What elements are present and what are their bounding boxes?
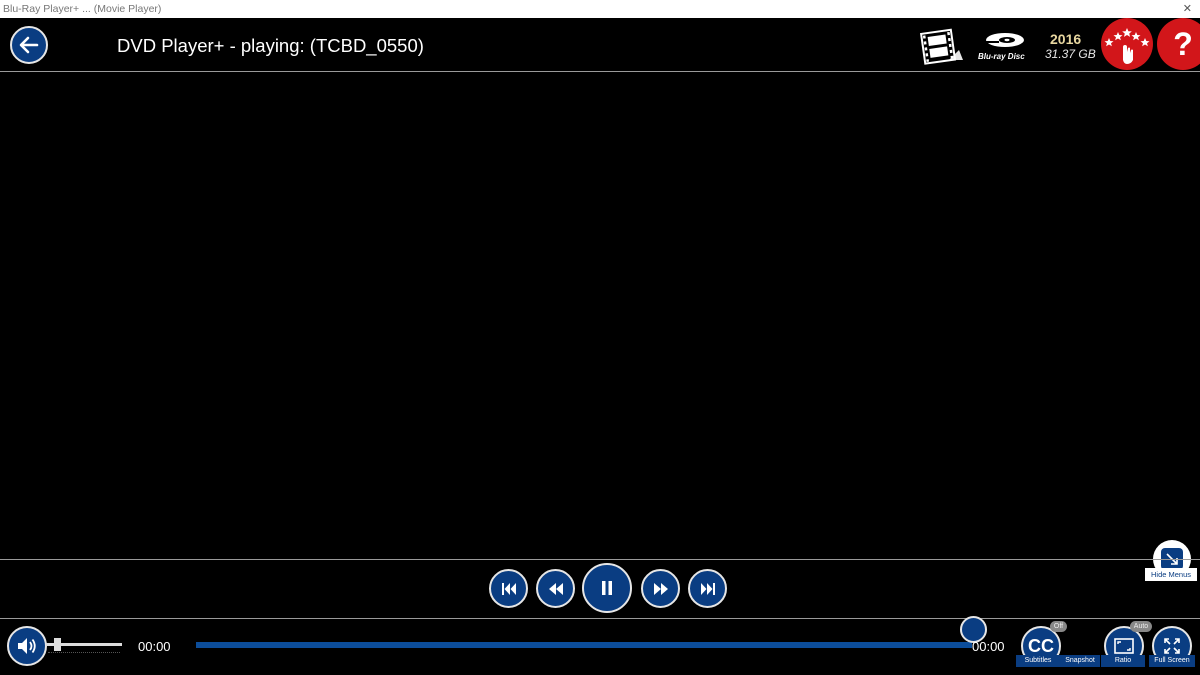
fullscreen-label: Full Screen: [1149, 655, 1195, 667]
rewind-icon: [548, 582, 563, 595]
pause-icon: [602, 581, 612, 595]
ratio-label: Ratio: [1101, 655, 1145, 667]
stars-hand-icon: [1104, 28, 1150, 64]
back-button[interactable]: [10, 26, 48, 64]
skip-next-button[interactable]: [688, 569, 727, 608]
total-time: 00:00: [972, 639, 1005, 654]
page-title: DVD Player+ - playing: (TCBD_0550): [117, 35, 424, 56]
playback-controls: [0, 559, 1200, 619]
window-titlebar: Blu-Ray Player+ ... (Movie Player) ✕: [0, 0, 1200, 18]
expand-icon: [1164, 638, 1180, 654]
speaker-icon: [18, 638, 36, 654]
rate-app-button[interactable]: [1101, 18, 1153, 70]
subtitles-off-badge: Off: [1050, 621, 1067, 632]
bottom-bar: 00:00 00:00 CC Off Subtitles Snapshot Au…: [0, 616, 1200, 675]
skip-next-icon: [700, 582, 715, 595]
header-bar: DVD Player+ - playing: (TCBD_0550) Blu-r…: [0, 18, 1200, 72]
seek-bar[interactable]: [196, 642, 972, 648]
skip-previous-button[interactable]: [489, 569, 528, 608]
volume-thumb[interactable]: [53, 638, 61, 651]
rewind-button[interactable]: [536, 569, 575, 608]
bluray-size: 31.37 GB: [1045, 47, 1096, 61]
volume-button[interactable]: [7, 626, 47, 666]
cc-icon: CC: [1028, 635, 1054, 656]
aspect-ratio-icon: [1114, 638, 1134, 654]
fast-forward-icon: [653, 582, 668, 595]
bluray-disc-logo: Blu-ray Disc: [977, 30, 1037, 62]
current-time: 00:00: [138, 639, 171, 654]
subtitles-label: Subtitles: [1016, 655, 1060, 667]
snapshot-button[interactable]: Snapshot: [1060, 655, 1100, 667]
svg-text:Blu-ray Disc: Blu-ray Disc: [978, 52, 1025, 61]
skip-previous-icon: [501, 582, 516, 595]
bluray-year: 2016: [1050, 31, 1082, 47]
video-area[interactable]: [0, 73, 1200, 559]
volume-ticks: [48, 652, 120, 654]
fast-forward-button[interactable]: [641, 569, 680, 608]
film-icon[interactable]: [919, 26, 967, 66]
close-icon[interactable]: ✕: [1183, 0, 1192, 18]
help-button[interactable]: ?: [1157, 18, 1200, 70]
window-title: Blu-Ray Player+ ... (Movie Player): [3, 3, 162, 15]
ratio-auto-badge: Auto: [1130, 621, 1152, 632]
arrow-left-icon: [19, 36, 39, 54]
pause-button[interactable]: [582, 563, 632, 613]
